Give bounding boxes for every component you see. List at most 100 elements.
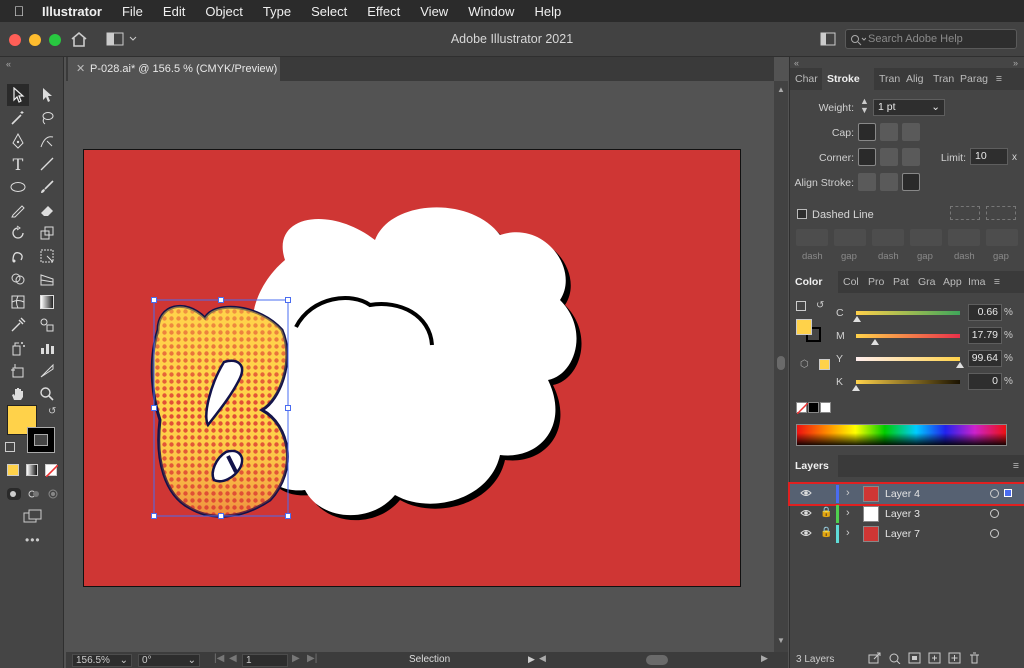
round-join-button[interactable]	[880, 148, 898, 166]
status-menu-icon[interactable]: ▶	[528, 654, 535, 665]
layer-row[interactable]: › Layer 4	[788, 482, 1024, 506]
layer-name[interactable]: Layer 7	[885, 528, 920, 540]
layer-name[interactable]: Layer 4	[885, 488, 920, 500]
tab-appearance[interactable]: App	[938, 271, 963, 293]
lock-icon[interactable]: 🔒	[820, 507, 832, 518]
target-circle-icon[interactable]	[990, 529, 999, 538]
channel-m-thumb[interactable]	[870, 339, 879, 345]
dashed-line-checkbox[interactable]	[797, 209, 807, 219]
channel-m-slider[interactable]	[856, 334, 960, 338]
vertical-scroll-thumb[interactable]	[777, 356, 785, 370]
color-fill-swatch[interactable]	[796, 319, 812, 335]
target-circle-icon[interactable]	[990, 489, 999, 498]
tab-properties[interactable]: Pro	[863, 271, 888, 293]
channel-k-slider[interactable]	[856, 380, 960, 384]
delete-layer-icon[interactable]	[968, 652, 982, 664]
visibility-eye-icon[interactable]	[800, 528, 812, 538]
bevel-join-button[interactable]	[902, 148, 920, 166]
gap-3-input[interactable]	[986, 229, 1018, 246]
expand-dock-icon[interactable]: »	[1013, 58, 1018, 68]
lock-icon[interactable]: 🔒	[820, 527, 832, 538]
align-dash-button[interactable]	[986, 206, 1016, 220]
channel-y-thumb[interactable]	[955, 362, 964, 368]
align-stroke-inside-button[interactable]	[880, 173, 898, 191]
tab-color[interactable]: Color	[790, 271, 838, 293]
last-artboard-icon[interactable]: ▶|	[307, 653, 317, 664]
align-stroke-outside-button[interactable]	[902, 173, 920, 191]
white-swatch[interactable]	[820, 402, 831, 413]
tab-stroke[interactable]: Stroke	[822, 68, 874, 90]
dash-1-input[interactable]	[796, 229, 828, 246]
export-icon[interactable]	[868, 652, 882, 664]
panel-menu-icon[interactable]: ≡	[988, 271, 1006, 293]
rotation-field[interactable]: 0° ⌄	[138, 654, 200, 667]
artboard-number-field[interactable]: 1	[242, 654, 288, 667]
channel-y-slider[interactable]	[856, 357, 960, 361]
align-stroke-center-button[interactable]	[858, 173, 876, 191]
clipping-mask-icon[interactable]	[908, 652, 922, 664]
panel-menu-icon[interactable]: ≡	[1007, 455, 1024, 477]
channel-c-slider[interactable]	[856, 311, 960, 315]
first-artboard-icon[interactable]: |◀	[214, 653, 224, 664]
weight-input[interactable]: 1 pt ⌄	[873, 99, 945, 116]
new-sublayer-icon[interactable]	[928, 652, 942, 664]
tab-layers[interactable]: Layers	[790, 455, 838, 477]
new-layer-icon[interactable]	[948, 652, 962, 664]
channel-k-input[interactable]: 0	[968, 373, 1002, 390]
tab-image-trace[interactable]: Ima	[963, 271, 988, 293]
horizontal-scroll-thumb[interactable]	[646, 655, 668, 665]
expand-chevron-icon[interactable]: ›	[846, 507, 850, 519]
projecting-cap-button[interactable]	[902, 123, 920, 141]
previous-artboard-icon[interactable]: ◀	[229, 653, 237, 664]
zoom-level-field[interactable]: 156.5% ⌄	[72, 654, 132, 667]
collapse-dock-icon[interactable]: «	[794, 58, 799, 68]
panel-menu-icon[interactable]: ≡	[989, 68, 1009, 90]
target-circle-icon[interactable]	[990, 509, 999, 518]
black-swatch[interactable]	[808, 402, 819, 413]
tab-character[interactable]: Char	[790, 68, 822, 90]
gap-2-input[interactable]	[910, 229, 942, 246]
limit-input[interactable]: 10	[970, 148, 1008, 165]
dash-2-input[interactable]	[872, 229, 904, 246]
none-color-swatch[interactable]	[796, 402, 809, 415]
weight-stepper-icon[interactable]: ▲ ▼	[860, 97, 869, 115]
swap-fill-stroke-icon[interactable]: ↺	[816, 300, 824, 311]
speech-cloud[interactable]	[242, 207, 577, 516]
tool-status-label[interactable]: Selection	[409, 654, 450, 665]
scroll-right-icon[interactable]: ▶	[761, 653, 768, 664]
layer-row[interactable]: 🔒 › Layer 3	[790, 504, 1024, 524]
tab-paragraph[interactable]: Parag	[955, 68, 989, 90]
vertical-scrollbar[interactable]: ▲ ▼	[774, 81, 788, 652]
channel-c-thumb[interactable]	[852, 316, 861, 322]
preserve-dash-button[interactable]	[950, 206, 980, 220]
channel-y-input[interactable]: 99.64	[968, 350, 1002, 367]
round-cap-button[interactable]	[880, 123, 898, 141]
next-artboard-icon[interactable]: ▶	[292, 653, 300, 664]
scroll-down-icon[interactable]: ▼	[777, 636, 785, 645]
tab-color-guide[interactable]: Col	[838, 271, 863, 293]
scroll-up-icon[interactable]: ▲	[777, 85, 785, 94]
layer-name[interactable]: Layer 3	[885, 508, 920, 520]
gap-1-input[interactable]	[834, 229, 866, 246]
tab-pattern[interactable]: Pat	[888, 271, 913, 293]
out-of-gamut-icon[interactable]: ⬡	[800, 359, 809, 370]
expand-chevron-icon[interactable]: ›	[846, 487, 850, 499]
visibility-eye-icon[interactable]	[800, 508, 812, 518]
expand-chevron-icon[interactable]: ›	[846, 527, 850, 539]
channel-c-input[interactable]: 0.66	[968, 304, 1002, 321]
dash-3-input[interactable]	[948, 229, 980, 246]
default-colors-icon[interactable]	[796, 301, 806, 311]
selected-art-indicator[interactable]	[1004, 489, 1012, 497]
tab-gradient[interactable]: Gra	[913, 271, 938, 293]
scroll-left-icon[interactable]: ◀	[539, 653, 546, 664]
panel-layout-icon[interactable]	[820, 32, 836, 46]
color-spectrum[interactable]	[796, 424, 1007, 446]
gamut-swatch[interactable]	[819, 359, 830, 370]
channel-m-input[interactable]: 17.79	[968, 327, 1002, 344]
locate-object-icon[interactable]	[888, 652, 902, 664]
tab-align[interactable]: Alig	[901, 68, 928, 90]
layer-row[interactable]: 🔒 › Layer 7	[790, 524, 1024, 544]
butt-cap-button[interactable]	[858, 123, 876, 141]
tab-transform[interactable]: Tran	[874, 68, 901, 90]
visibility-eye-icon[interactable]	[800, 488, 812, 498]
